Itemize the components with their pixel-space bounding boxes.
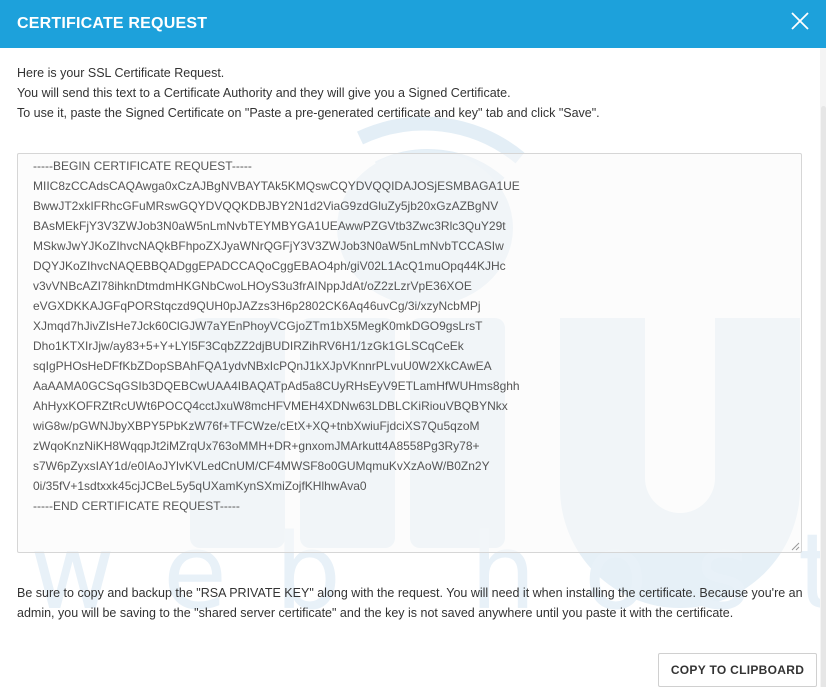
csr-line: eVGXDKKAJGFqPORStqczd9QUH0pJAZzs3H6p2802… (33, 299, 481, 313)
scrollbar-thumb[interactable] (821, 106, 826, 687)
intro-line: You will send this text to a Certificate… (17, 86, 511, 100)
backup-note: Be sure to copy and backup the "RSA PRIV… (17, 586, 803, 620)
csr-line: MIIC8zCCAdsCAQAwga0xCzAJBgNVBAYTAk5KMQsw… (33, 179, 520, 193)
csr-textarea[interactable]: -----BEGIN CERTIFICATE REQUEST----- MIIC… (17, 153, 802, 553)
csr-line: DQYJKoZIhvcNAQEBBQADggEPADCCAQoCggEBAO4p… (33, 259, 506, 273)
csr-line: zWqoKnzNiKH8WqqpJt2iMZrqUx763oMMH+DR+gnx… (33, 439, 480, 453)
csr-line: s7W6pZyxsIAY1d/e0IAoJYlvKVLedCnUM/CF4MWS… (33, 459, 490, 473)
csr-line: BwwJT2xkIFRhcGFuMRswGQYDVQQKDBJBY2N1d2Vi… (33, 199, 499, 213)
intro-text: Here is your SSL Certificate Request. Yo… (17, 63, 807, 123)
csr-line: sqIgPHOsHeDFfKbZDopSBAhFQA1ydvNBxIcPQnJ1… (33, 359, 492, 373)
copy-to-clipboard-button[interactable]: COPY TO CLIPBOARD (658, 653, 817, 687)
csr-line: v3vVNBcAZI78ihknDtmdmHKGNbCwoLHOyS3u3frA… (33, 279, 472, 293)
intro-line: To use it, paste the Signed Certificate … (17, 106, 600, 120)
scrollbar-track[interactable] (820, 48, 826, 687)
csr-line: MSkwJwYJKoZIhvcNAQkBFhpoZXJyaWNrQGFjY3V3… (33, 239, 504, 253)
csr-line: 0i/35fV+1sdtxxk45cjJCBeL5y5qUXamKynSXmiZ… (33, 479, 367, 493)
csr-line: BAsMEkFjY3V3ZWJob3N0aW5nLmNvbTEYMBYGA1UE… (33, 219, 506, 233)
csr-line: -----END CERTIFICATE REQUEST----- (33, 499, 240, 513)
csr-line: -----BEGIN CERTIFICATE REQUEST----- (33, 159, 252, 173)
close-icon (791, 12, 809, 30)
modal-title: CERTIFICATE REQUEST (17, 15, 208, 32)
csr-line: AaAAMA0GCSqGSIb3DQEBCwUAA4IBAQATpAd5a8CU… (33, 379, 520, 393)
resize-handle-icon[interactable] (790, 541, 800, 551)
csr-line: wiG8w/pGWNJbyXBPY5PbKzW76f+TFCWze/cEtX+X… (33, 419, 480, 433)
csr-line: XJmqd7hJivZIsHe7Jck60ClGJW7aYEnPhoyVCGjo… (33, 319, 483, 333)
modal-header: CERTIFICATE REQUEST (0, 0, 826, 48)
csr-line: Dho1KTXIrJjw/ay83+5+Y+LYl5F3CqbZZ2djBUDI… (33, 339, 464, 353)
csr-line: AhHyxKOFRZtRcUWt6POCQ4cctJxuW8mcHFVMEH4X… (33, 399, 508, 413)
intro-line: Here is your SSL Certificate Request. (17, 66, 225, 80)
close-button[interactable] (788, 9, 812, 33)
